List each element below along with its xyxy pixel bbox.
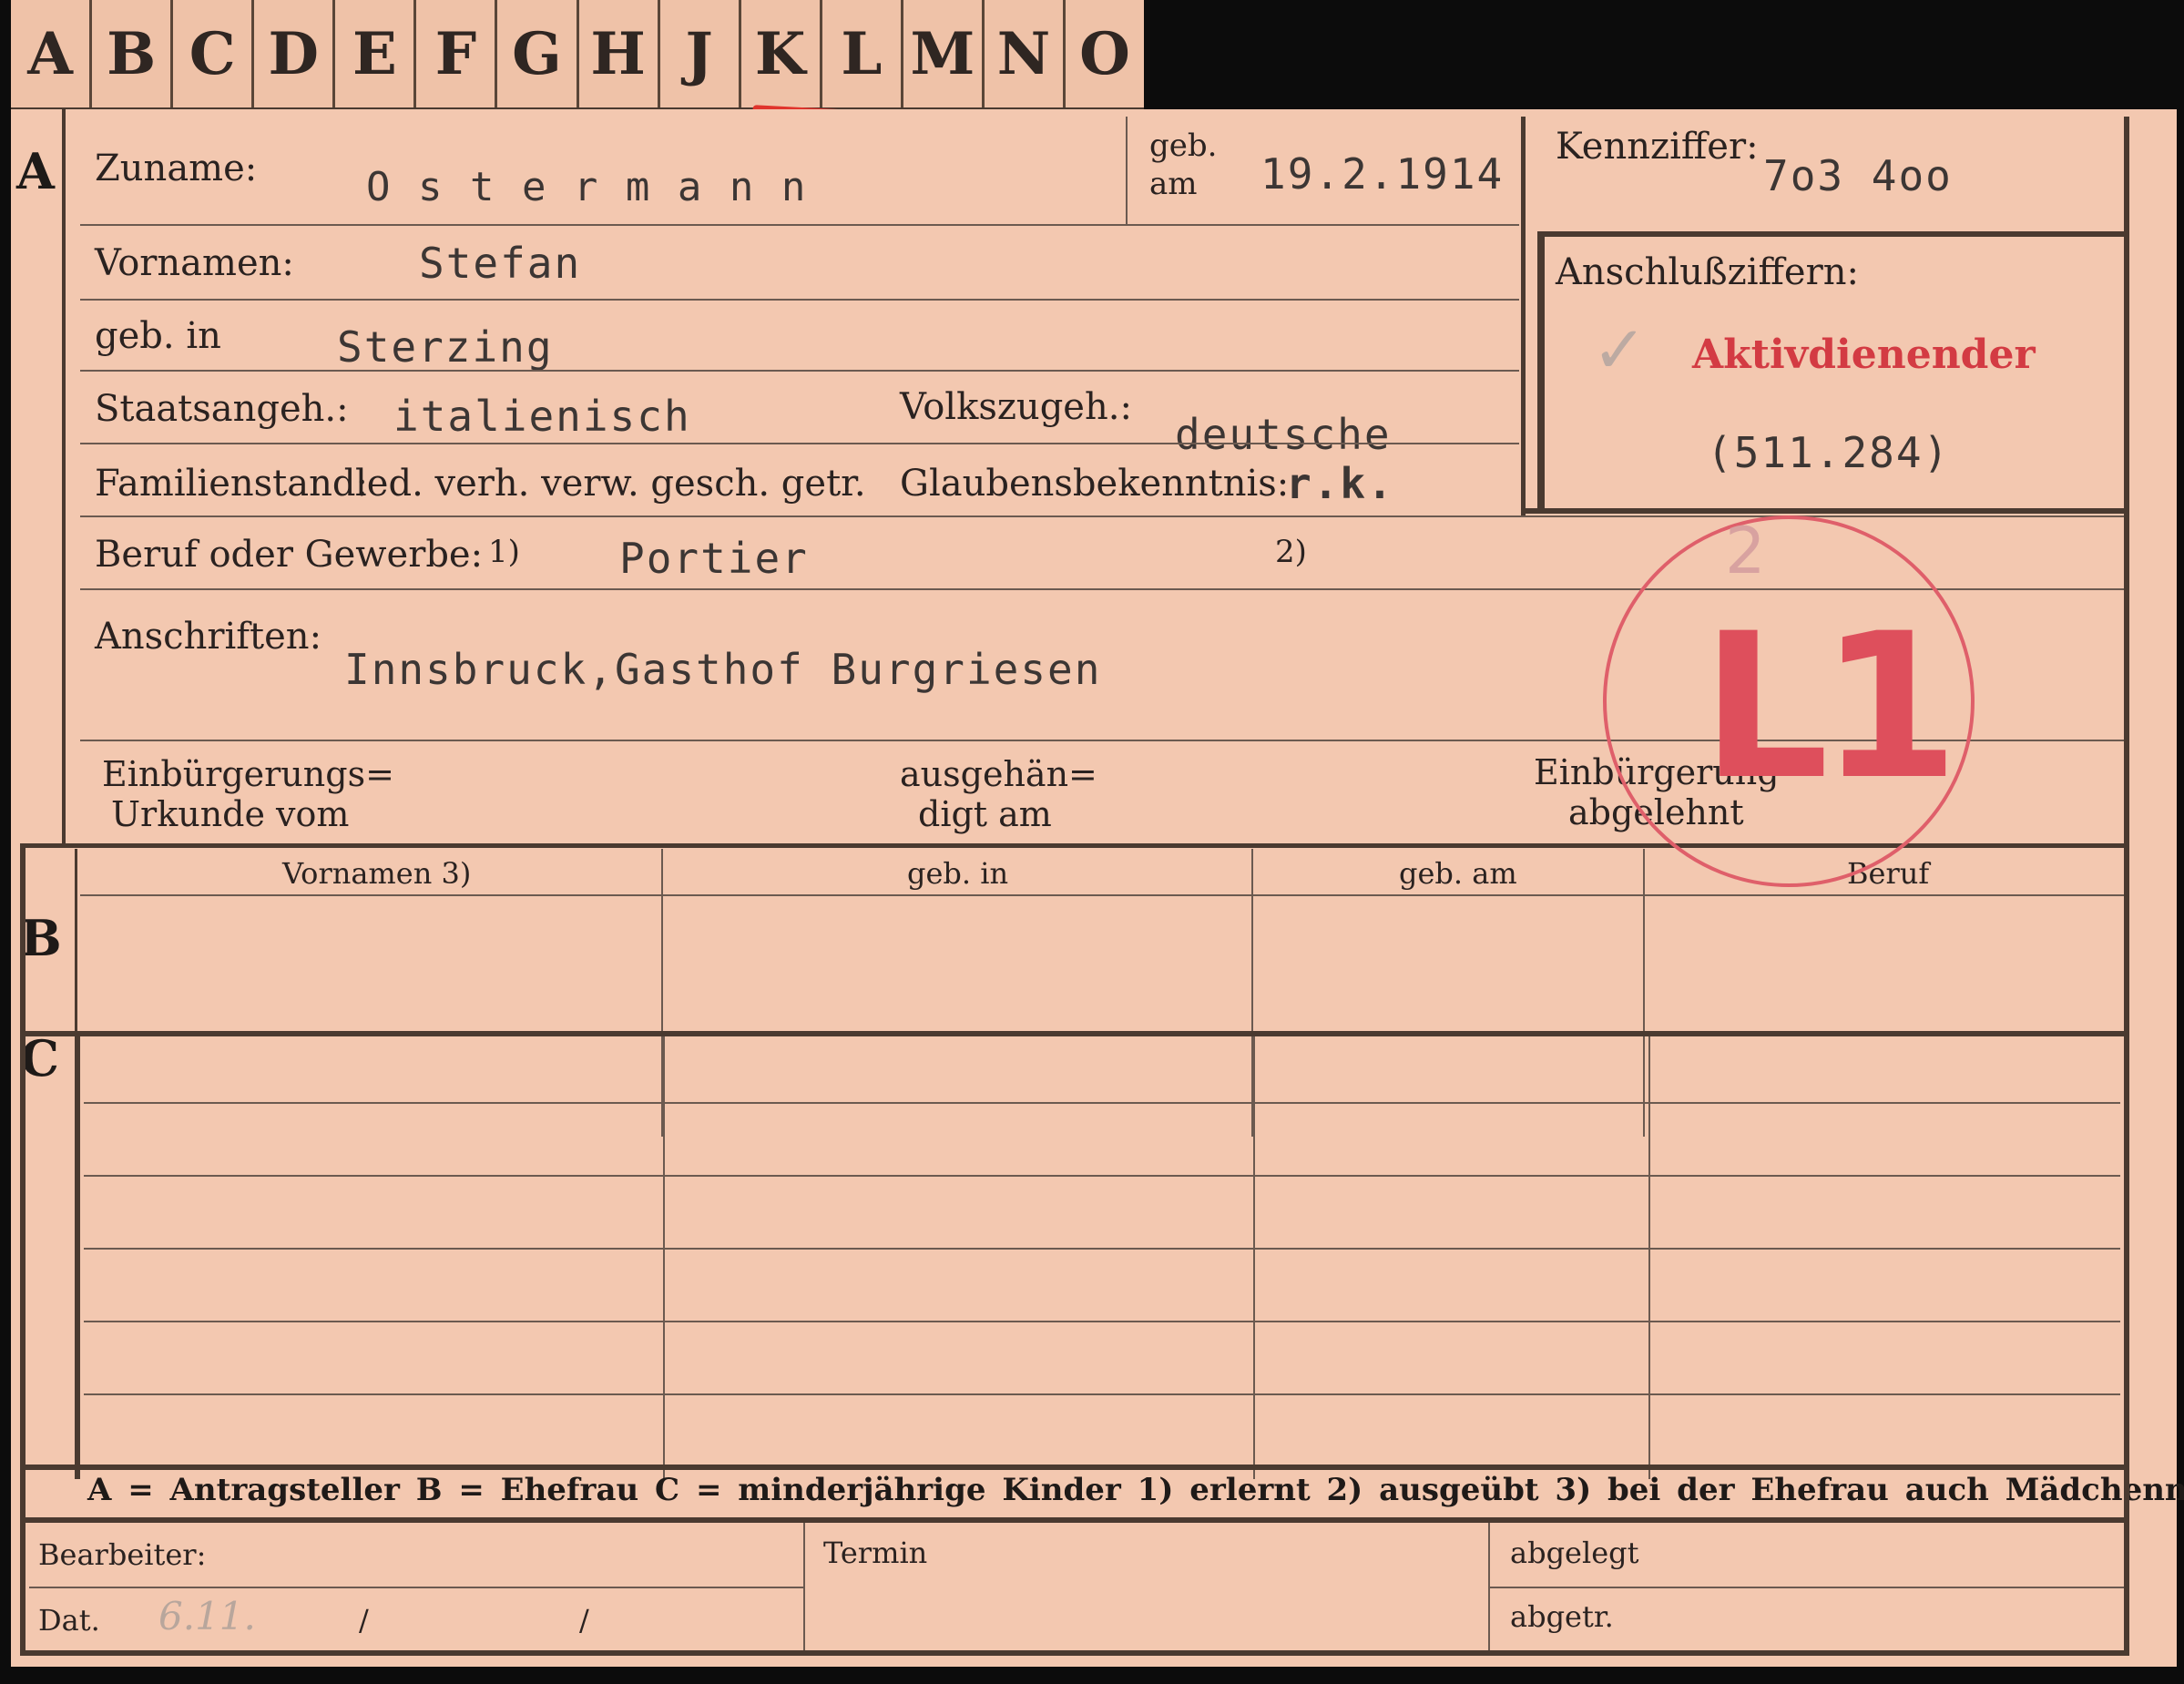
alphabet-tab-n[interactable]: N [985,0,1066,107]
legend-text: A = Antragsteller B = Ehefrau C = minder… [87,1472,2184,1508]
card-body: A B C Zuname: O s t e r m a n n geb. am … [11,109,2184,1667]
stamp-number: 2 [1725,514,1766,588]
address-value: Innsbruck,Gasthof Burgriesen [344,645,1102,694]
profession-note-1: 1) [488,534,520,570]
alphabet-tab-j[interactable]: J [660,0,741,107]
profession-label: Beruf oder Gewerbe: [95,534,484,576]
firstnames-label: Vornamen: [95,242,294,284]
stamp-code: L1 [1701,590,1959,823]
registration-card: ABCDEFGHJKLMNO A B C Zuname: O s t e r m… [0,0,2184,1684]
religion-label: Glaubensbekenntnis: [900,463,1290,505]
profession-note-2: 2) [1275,534,1307,570]
date-separator-2: / [579,1603,589,1638]
religion-value: r.k. [1286,459,1394,508]
citizenship-value: italienisch [393,392,691,441]
alphabet-tab-o[interactable]: O [1066,0,1144,107]
section-a-letter: A [16,142,55,200]
link-numbers-label: Anschlußziffern: [1556,251,1859,293]
surname-value: O s t e r m a n n [366,164,808,210]
birthdate-label-2: am [1149,166,1198,202]
ethnicity-label: Volkszugeh.: [900,386,1132,428]
citizenship-label: Staatsangeh.: [95,388,349,430]
col-birthplace: geb. in [907,856,1009,891]
col-firstnames: Vornamen 3) [282,856,472,891]
ethnicity-value: deutsche [1175,410,1392,459]
date-separator-1: / [359,1603,369,1638]
alphabet-tab-e[interactable]: E [335,0,417,107]
status-stamp: Aktivdienender [1692,332,2036,378]
col-birthdate: geb. am [1399,856,1517,891]
surname-label: Zuname: [95,148,258,189]
date-label: Dat. [38,1603,100,1638]
code-label: Kennziffer: [1556,126,1759,168]
processor-label: Bearbeiter: [38,1537,207,1572]
alphabet-tab-h[interactable]: H [579,0,660,107]
alphabet-tab-m[interactable]: M [903,0,985,107]
birthplace-label: geb. in [95,315,221,357]
section-c-letter: C [20,1029,59,1087]
birthplace-value: Sterzing [337,322,554,372]
marital-status-label: Familienstand: [95,463,368,505]
handed-out-label-2: digt am [918,794,1052,834]
naturalization-label-1: Einbürgerungs= [102,754,394,794]
alphabet-tab-g[interactable]: G [497,0,579,107]
filed-label: abgelegt [1510,1536,1639,1570]
alphabet-tab-a[interactable]: A [11,0,93,107]
date-value: 6.11. [158,1594,256,1638]
naturalization-label-2: Urkunde vom [111,794,350,834]
alphabet-tab-f[interactable]: F [416,0,498,107]
handed-out-label-1: ausgehän= [900,754,1097,794]
firstnames-value: Stefan [419,239,582,288]
alphabet-tab-b[interactable]: B [92,0,174,107]
alphabet-tab-k[interactable]: K [741,0,822,107]
deadline-label: Termin [823,1536,928,1570]
alphabet-tab-d[interactable]: D [254,0,336,107]
pencil-check-mark: ✓ [1592,311,1648,388]
alphabet-tab-strip: ABCDEFGHJKLMNO [11,0,1144,111]
red-circle-stamp: 2 L1 [1603,514,1975,887]
sidebox-frame [1521,117,1526,515]
birthdate-label-1: geb. [1149,128,1218,164]
removed-label: abgetr. [1510,1599,1614,1634]
reference-value: (511.284) [1707,428,1951,477]
section-b-letter: B [20,909,62,967]
marital-status-options: led. verh. verw. gesch. getr. [355,463,866,505]
alphabet-tab-c[interactable]: C [173,0,255,107]
code-value: 7o3 4oo [1763,151,1953,200]
profession-value: Portier [619,534,809,583]
address-label: Anschriften: [95,616,322,658]
birthdate-value: 19.2.1914 [1260,149,1505,199]
alphabet-tab-l[interactable]: L [822,0,903,107]
